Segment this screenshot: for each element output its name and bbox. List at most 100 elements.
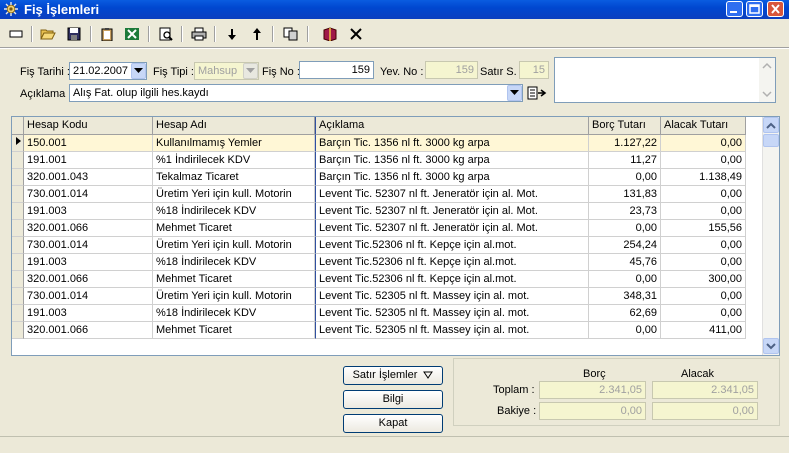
alacak-tutari-cell[interactable]: 0,00: [661, 237, 746, 254]
notes-textarea[interactable]: [554, 57, 776, 103]
table-row[interactable]: 320.001.043 Tekalmaz Ticaret Barçın Tic. 1…: [12, 169, 746, 186]
borc-tutari-cell[interactable]: 1.127,22: [589, 135, 661, 152]
minimize-button[interactable]: [726, 1, 743, 17]
table-row[interactable]: 320.001.066 Mehmet Ticaret Levent Tic. 523…: [12, 322, 746, 339]
aciklama-cell[interactable]: Levent Tic.52306 nl ft. Kepçe için al.mo…: [315, 254, 589, 271]
new-button[interactable]: [6, 25, 25, 43]
hesap-adi-cell[interactable]: %18 İndirilecek KDV: [153, 203, 315, 220]
print-preview-button[interactable]: [156, 25, 175, 43]
fis-tipi-dropdown-button[interactable]: [243, 63, 258, 79]
alacak-tutari-cell[interactable]: 0,00: [661, 254, 746, 271]
aciklama-cell[interactable]: Levent Tic. 52307 nl ft. Jeneratör için …: [315, 186, 589, 203]
alacak-tutari-cell[interactable]: 1.138,49: [661, 169, 746, 186]
alacak-tutari-cell[interactable]: 0,00: [661, 203, 746, 220]
row-indicator[interactable]: [12, 322, 24, 339]
row-indicator[interactable]: [12, 203, 24, 220]
help-book-button[interactable]: [320, 25, 339, 43]
borc-tutari-cell[interactable]: 348,31: [589, 288, 661, 305]
title-bar[interactable]: Fiş İşlemleri: [0, 0, 789, 19]
hesap-adi-cell[interactable]: Mehmet Ticaret: [153, 271, 315, 288]
alacak-tutari-cell[interactable]: 0,00: [661, 135, 746, 152]
aciklama-insert-button[interactable]: [526, 85, 548, 102]
move-up-button[interactable]: [247, 25, 266, 43]
borc-tutari-cell[interactable]: 0,00: [589, 169, 661, 186]
open-button[interactable]: [38, 25, 57, 43]
hesap-adi-cell[interactable]: Tekalmaz Ticaret: [153, 169, 315, 186]
aciklama-cell[interactable]: Levent Tic. 52305 nl ft. Massey için al.…: [315, 322, 589, 339]
yev-no-field[interactable]: 159: [425, 61, 478, 79]
hesap-adi-cell[interactable]: %1 İndirilecek KDV: [153, 152, 315, 169]
hesap-kodu-cell[interactable]: 730.001.014: [24, 186, 153, 203]
row-indicator[interactable]: [12, 305, 24, 322]
row-indicator[interactable]: [12, 237, 24, 254]
alacak-tutari-cell[interactable]: 0,00: [661, 186, 746, 203]
row-indicator[interactable]: [12, 152, 24, 169]
hesap-adi-cell[interactable]: %18 İndirilecek KDV: [153, 254, 315, 271]
scroll-thumb[interactable]: [763, 134, 779, 147]
borc-tutari-cell[interactable]: 0,00: [589, 322, 661, 339]
column-header-alacak-tutari[interactable]: Alacak Tutarı: [661, 117, 746, 135]
fis-no-field[interactable]: 159: [299, 61, 374, 79]
borc-tutari-cell[interactable]: 131,83: [589, 186, 661, 203]
borc-tutari-cell[interactable]: 23,73: [589, 203, 661, 220]
borc-tutari-cell[interactable]: 62,69: [589, 305, 661, 322]
hesap-kodu-cell[interactable]: 320.001.066: [24, 220, 153, 237]
scroll-up-button[interactable]: [763, 117, 779, 133]
row-indicator[interactable]: [12, 169, 24, 186]
satir-islemler-button[interactable]: Satır İşlemler: [343, 366, 443, 385]
hesap-adi-cell[interactable]: Üretim Yeri için kull. Motorin: [153, 237, 315, 254]
borc-tutari-cell[interactable]: 0,00: [589, 271, 661, 288]
alacak-tutari-cell[interactable]: 411,00: [661, 322, 746, 339]
maximize-button[interactable]: [746, 1, 763, 17]
aciklama-cell[interactable]: Levent Tic.52306 nl ft. Kepçe için al.mo…: [315, 237, 589, 254]
scroll-down-button[interactable]: [763, 338, 779, 354]
notes-scrollbar[interactable]: [759, 58, 775, 102]
aciklama-cell[interactable]: Levent Tic. 52307 nl ft. Jeneratör için …: [315, 220, 589, 237]
row-indicator[interactable]: [12, 186, 24, 203]
hesap-kodu-cell[interactable]: 320.001.043: [24, 169, 153, 186]
table-row[interactable]: 191.001 %1 İndirilecek KDV Barçın Tic. 135…: [12, 152, 746, 169]
borc-tutari-cell[interactable]: 0,00: [589, 220, 661, 237]
table-row[interactable]: 730.001.014 Üretim Yeri için kull. Motori…: [12, 237, 746, 254]
borc-tutari-cell[interactable]: 45,76: [589, 254, 661, 271]
row-indicator[interactable]: [12, 271, 24, 288]
aciklama-cell[interactable]: Barçın Tic. 1356 nl ft. 3000 kg arpa: [315, 169, 589, 186]
window-close-button[interactable]: [767, 1, 784, 17]
hesap-adi-cell[interactable]: Kullanılmamış Yemler: [153, 135, 315, 152]
excel-button[interactable]: [122, 25, 141, 43]
hesap-adi-cell[interactable]: %18 İndirilecek KDV: [153, 305, 315, 322]
aciklama-cell[interactable]: Barçın Tic. 1356 nl ft. 3000 kg arpa: [315, 135, 589, 152]
hesap-kodu-cell[interactable]: 320.001.066: [24, 322, 153, 339]
hesap-kodu-cell[interactable]: 320.001.066: [24, 271, 153, 288]
table-row[interactable]: 191.003 %18 İndirilecek KDV Levent Tic.523…: [12, 254, 746, 271]
hesap-kodu-cell[interactable]: 730.001.014: [24, 237, 153, 254]
hesap-kodu-cell[interactable]: 191.003: [24, 254, 153, 271]
hesap-adi-cell[interactable]: Üretim Yeri için kull. Motorin: [153, 288, 315, 305]
row-indicator[interactable]: [12, 135, 24, 152]
alacak-tutari-cell[interactable]: 0,00: [661, 152, 746, 169]
hesap-adi-cell[interactable]: Mehmet Ticaret: [153, 220, 315, 237]
hesap-kodu-cell[interactable]: 191.003: [24, 305, 153, 322]
column-header-borc-tutari[interactable]: Borç Tutarı: [589, 117, 661, 135]
aciklama-cell[interactable]: Levent Tic. 52305 nl ft. Massey için al.…: [315, 305, 589, 322]
hesap-kodu-cell[interactable]: 191.001: [24, 152, 153, 169]
entries-grid[interactable]: Hesap Kodu Hesap Adı Açıklama Borç Tutar…: [11, 116, 780, 356]
aciklama-cell[interactable]: Levent Tic.52306 nl ft. Kepçe için al.mo…: [315, 271, 589, 288]
aciklama-cell[interactable]: Barçın Tic. 1356 nl ft. 3000 kg arpa: [315, 152, 589, 169]
borc-tutari-cell[interactable]: 11,27: [589, 152, 661, 169]
table-row[interactable]: 320.001.066 Mehmet Ticaret Levent Tic. 523…: [12, 220, 746, 237]
aciklama-dropdown-button[interactable]: [507, 85, 522, 101]
close-button[interactable]: [346, 25, 365, 43]
copy-button[interactable]: [281, 25, 300, 43]
alacak-tutari-cell[interactable]: 300,00: [661, 271, 746, 288]
hesap-adi-cell[interactable]: Mehmet Ticaret: [153, 322, 315, 339]
aciklama-cell[interactable]: Levent Tic. 52305 nl ft. Massey için al.…: [315, 288, 589, 305]
move-down-button[interactable]: [222, 25, 241, 43]
table-row[interactable]: 191.003 %18 İndirilecek KDV Levent Tic. 52…: [12, 203, 746, 220]
clipboard-button[interactable]: [97, 25, 116, 43]
alacak-tutari-cell[interactable]: 0,00: [661, 288, 746, 305]
aciklama-cell[interactable]: Levent Tic. 52307 nl ft. Jeneratör için …: [315, 203, 589, 220]
alacak-tutari-cell[interactable]: 0,00: [661, 305, 746, 322]
aciklama-field[interactable]: Alış Fat. olup ilgili hes.kaydı: [69, 84, 523, 102]
hesap-kodu-cell[interactable]: 730.001.014: [24, 288, 153, 305]
